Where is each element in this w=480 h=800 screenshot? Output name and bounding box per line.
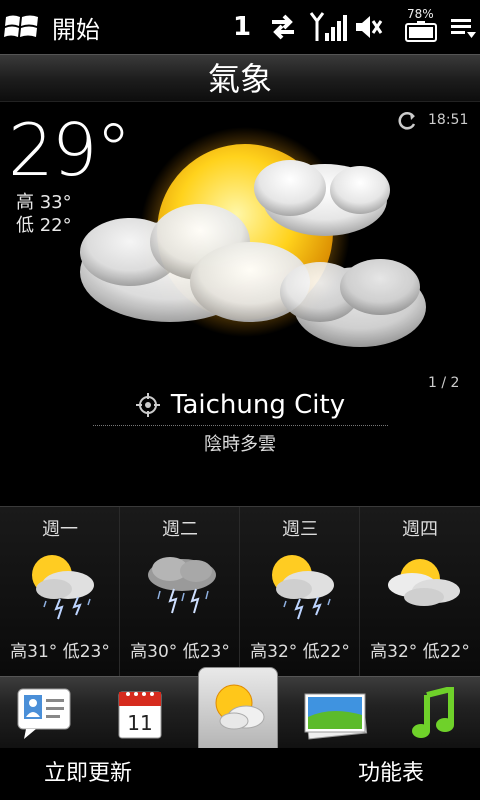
- photos-icon: [304, 693, 368, 740]
- city-name: Taichung City: [170, 390, 346, 420]
- forecast-day-name: 週三: [282, 519, 318, 540]
- menu-button[interactable]: 功能表: [358, 748, 424, 800]
- thunderstorm-sun-icon: [272, 555, 334, 620]
- current-weather-panel[interactable]: 29° 高 33° 低 22° 18:51 1 / 2 Taichung Cit…: [0, 102, 480, 506]
- forecast-low: 低22°: [302, 642, 350, 662]
- signal-strength-icon[interactable]: [308, 8, 348, 46]
- start-button[interactable]: 開始: [4, 8, 100, 46]
- forecast-day[interactable]: 週二 高30° 低23°: [120, 507, 240, 677]
- calendar-icon: 11: [118, 691, 162, 739]
- calendar-day: 11: [127, 711, 152, 735]
- app-header: 氣象: [0, 54, 480, 102]
- partly-cloudy-icon: [80, 127, 426, 347]
- status-bar: 開始 1 78%: [0, 0, 480, 54]
- weather-icon: [215, 684, 265, 730]
- weather-condition: 陰時多雲: [204, 434, 276, 455]
- forecast-day-name: 週四: [402, 519, 438, 540]
- forecast-temps: 高32° 低22°: [360, 637, 480, 662]
- tab-weather[interactable]: [198, 667, 278, 749]
- forecast-temps: 高31° 低23°: [0, 637, 120, 662]
- tab-calendar[interactable]: 11: [100, 681, 180, 747]
- forecast-strip: 週一 高31° 低23° 週二 高30° 低23° 週三 高32° 低22° 週…: [0, 506, 480, 677]
- page-title: 氣象: [207, 60, 272, 98]
- tab-bar: 11: [0, 667, 480, 749]
- data-sync-icon[interactable]: [266, 8, 300, 46]
- menu-list-icon[interactable]: [448, 8, 478, 46]
- volume-muted-icon[interactable]: [352, 8, 384, 46]
- thunderstorm-icon: [148, 557, 216, 614]
- battery-icon[interactable]: [404, 20, 440, 44]
- thunderstorm-sun-icon: [32, 555, 94, 620]
- tab-music[interactable]: [394, 681, 474, 747]
- partly-cloudy-icon: [388, 559, 460, 606]
- notification-count[interactable]: 1: [228, 8, 256, 46]
- forecast-temps: 高30° 低23°: [120, 637, 240, 662]
- forecast-day-name: 週二: [162, 519, 198, 540]
- forecast-high: 高30°: [130, 642, 178, 662]
- soft-key-bar: 立即更新 功能表: [0, 748, 480, 800]
- start-label: 開始: [52, 15, 100, 44]
- divider: [93, 425, 388, 426]
- battery-percent: 78%: [407, 7, 434, 21]
- forecast-high: 高32°: [250, 642, 298, 662]
- forecast-high: 高32°: [370, 642, 418, 662]
- forecast-low: 低22°: [422, 642, 470, 662]
- tab-people[interactable]: [4, 681, 84, 747]
- forecast-low: 低23°: [62, 642, 110, 662]
- location-crosshair-icon: [135, 393, 160, 417]
- today-low-temp: 低 22°: [16, 215, 72, 236]
- update-time: 18:51: [428, 112, 469, 128]
- windows-logo-icon: [4, 15, 38, 37]
- forecast-day[interactable]: 週一 高31° 低23°: [0, 507, 120, 677]
- forecast-high: 高31°: [10, 642, 58, 662]
- people-icon: [17, 688, 71, 739]
- forecast-day[interactable]: 週四 高32° 低22°: [360, 507, 480, 677]
- forecast-low: 低23°: [182, 642, 230, 662]
- forecast-temps: 高32° 低22°: [240, 637, 360, 662]
- city-selector[interactable]: Taichung City: [0, 385, 480, 425]
- tab-photos[interactable]: [296, 681, 376, 747]
- update-now-button[interactable]: 立即更新: [44, 748, 132, 800]
- music-icon: [412, 687, 454, 738]
- forecast-day[interactable]: 週三 高32° 低22°: [240, 507, 360, 677]
- forecast-day-name: 週一: [42, 519, 78, 540]
